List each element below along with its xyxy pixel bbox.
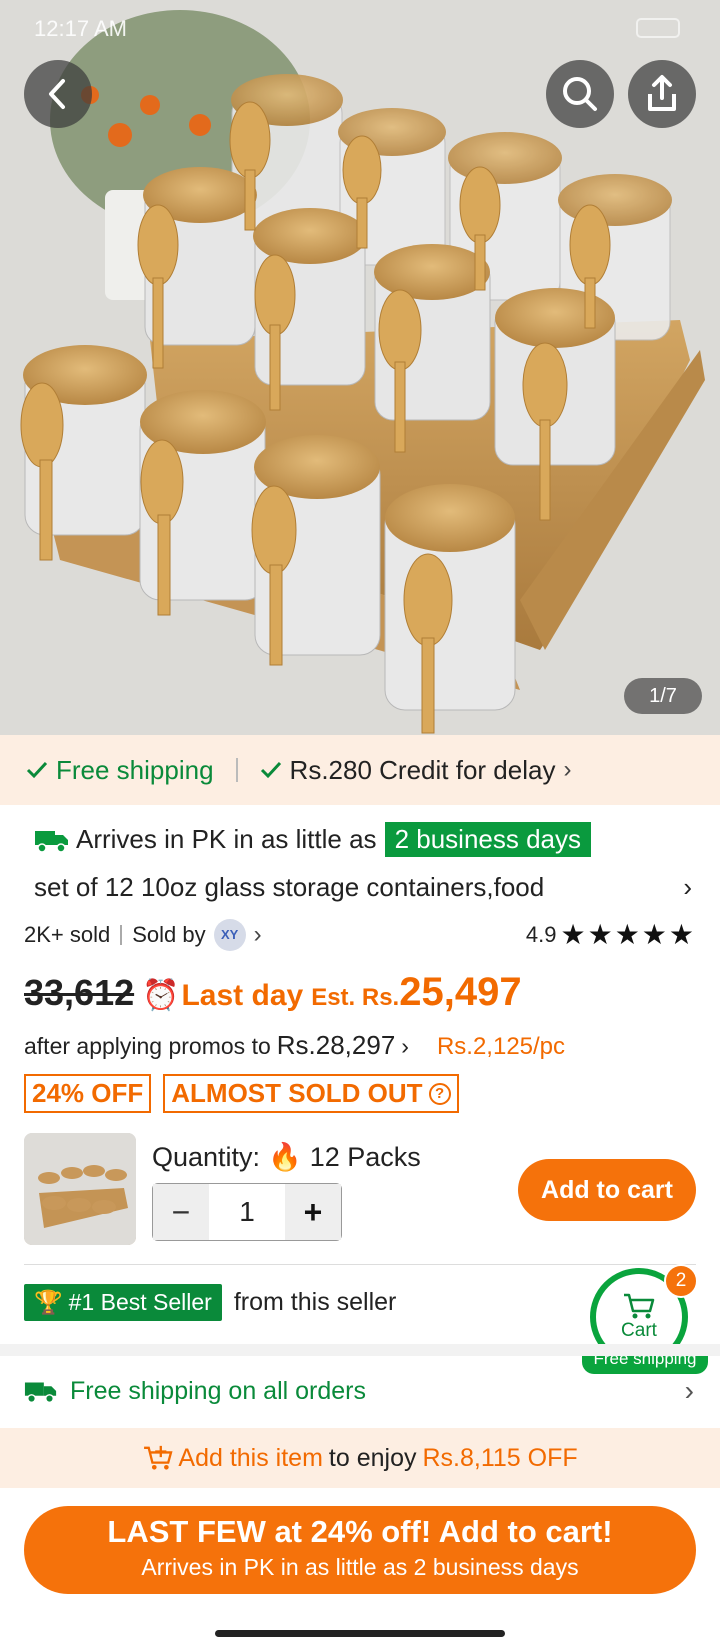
decrease-button[interactable]: − bbox=[153, 1184, 209, 1240]
best-seller-text: #1 Best Seller bbox=[68, 1289, 212, 1315]
trophy-icon: 🏆 bbox=[34, 1289, 63, 1315]
sold-out-badge[interactable]: ALMOST SOLD OUT ? bbox=[163, 1074, 459, 1113]
promo-text: after applying promos to bbox=[24, 1033, 271, 1059]
cart-label: Cart bbox=[621, 1320, 657, 1341]
share-icon bbox=[648, 75, 676, 111]
chevron-right-icon: › bbox=[401, 1033, 409, 1059]
add-item-lead: Add this item bbox=[178, 1443, 323, 1472]
star-icons: ★★★★★ bbox=[560, 919, 696, 950]
share-button[interactable] bbox=[628, 60, 696, 128]
add-to-cart-button[interactable]: Add to cart bbox=[518, 1159, 696, 1221]
quantity-block: Quantity: 🔥 12 Packs − 1 + Add to cart bbox=[24, 1133, 696, 1245]
last-few-cta-button[interactable]: LAST FEW at 24% off! Add to cart! Arrive… bbox=[24, 1506, 696, 1594]
status-time: 12:17 AM bbox=[34, 16, 127, 41]
chevron-right-icon[interactable]: › bbox=[683, 872, 692, 903]
cart-icon bbox=[624, 1293, 655, 1319]
est-label: Est. Rs. bbox=[311, 984, 400, 1011]
from-seller-text: from this seller bbox=[233, 1288, 397, 1316]
product-title[interactable]: set of 12 10oz glass storage containers,… bbox=[34, 872, 594, 903]
rating-value: 4.9 bbox=[525, 921, 557, 947]
add-item-mid: to enjoy bbox=[328, 1443, 417, 1472]
free-shipping-all-text: Free shipping on all orders bbox=[70, 1376, 366, 1405]
free-shipping-text: Free shipping bbox=[56, 754, 214, 785]
seller-logo[interactable]: XY bbox=[213, 918, 246, 951]
per-piece-price: Rs.2,125/pc bbox=[436, 1033, 566, 1060]
cta-line2: Arrives in PK in as little as 2 business… bbox=[141, 1554, 579, 1580]
quantity-value[interactable]: 1 bbox=[209, 1184, 285, 1240]
check-icon bbox=[26, 761, 48, 779]
sold-out-text: ALMOST SOLD OUT bbox=[171, 1078, 423, 1108]
product-image-gallery[interactable]: 12:17 AM 1/7 bbox=[0, 0, 720, 735]
section-gap bbox=[0, 1344, 720, 1356]
original-price: 33,612 bbox=[24, 972, 135, 1013]
chevron-right-icon: › bbox=[563, 756, 572, 783]
price-row: 33,612 ⏰ Last day Est. Rs. 25,497 bbox=[24, 970, 522, 1015]
divider bbox=[120, 924, 123, 945]
free-shipping-all-row[interactable]: Free shipping on all orders › bbox=[0, 1356, 720, 1426]
best-seller-badge: 🏆 #1 Best Seller bbox=[24, 1284, 222, 1321]
divider bbox=[235, 758, 238, 782]
rating[interactable]: 4.9 ★★★★★ bbox=[526, 918, 696, 951]
search-button[interactable] bbox=[546, 60, 614, 128]
product-image bbox=[0, 0, 720, 735]
sold-by-label: Sold by bbox=[132, 921, 206, 947]
divider bbox=[24, 1264, 696, 1265]
arrival-prefix: Arrives in PK in as little as bbox=[76, 824, 377, 854]
quantity-label-row: Quantity: 🔥 12 Packs bbox=[152, 1141, 421, 1173]
search-icon bbox=[563, 77, 597, 111]
check-icon bbox=[260, 761, 281, 779]
chevron-right-icon: › bbox=[684, 1375, 694, 1406]
arrival-days-badge: 2 business days bbox=[384, 822, 592, 857]
quantity-stepper: − 1 + bbox=[152, 1183, 342, 1241]
seller-row: 2K+ sold Sold by XY › 4.9 ★★★★★ bbox=[24, 918, 696, 951]
cta-line1: LAST FEW at 24% off! Add to cart! bbox=[107, 1514, 613, 1549]
chevron-right-icon[interactable]: › bbox=[254, 921, 262, 949]
sold-count: 2K+ sold bbox=[24, 921, 111, 947]
best-seller-row[interactable]: 🏆 #1 Best Seller from this seller bbox=[24, 1284, 396, 1321]
battery-icon bbox=[636, 18, 680, 38]
free-shipping-tag: Free shipping bbox=[26, 755, 214, 786]
product-thumbnail[interactable] bbox=[24, 1133, 136, 1245]
quantity-label: Quantity: bbox=[152, 1141, 261, 1172]
flame-icon: 🔥 bbox=[268, 1142, 302, 1172]
thumbnail-image bbox=[24, 1133, 136, 1245]
packs-label: 12 Packs bbox=[309, 1141, 421, 1172]
delay-credit-text: Rs.280 Credit for delay bbox=[289, 754, 556, 785]
home-indicator[interactable] bbox=[215, 1630, 505, 1637]
discount-badge: 24% OFF bbox=[24, 1074, 152, 1113]
delay-credit[interactable]: Rs.280 Credit for delay › bbox=[260, 754, 572, 786]
shipping-banner[interactable]: Free shipping Rs.280 Credit for delay › bbox=[0, 735, 720, 805]
alarm-clock-icon: ⏰ bbox=[142, 979, 180, 1012]
delivery-truck-icon bbox=[24, 1382, 57, 1404]
help-icon[interactable]: ? bbox=[428, 1082, 451, 1105]
chevron-left-icon bbox=[49, 79, 65, 109]
current-price: 25,497 bbox=[399, 970, 522, 1014]
badges: 24% OFF ALMOST SOLD OUT ? bbox=[24, 1074, 459, 1113]
increase-button[interactable]: + bbox=[285, 1184, 341, 1240]
add-item-amount: Rs.8,115 OFF bbox=[422, 1443, 578, 1472]
promo-price: Rs.28,297 bbox=[276, 1030, 396, 1060]
promo-row[interactable]: after applying promos to Rs.28,297 › Rs.… bbox=[24, 1030, 565, 1061]
add-item-banner[interactable]: Add this item to enjoy Rs.8,115 OFF bbox=[0, 1428, 720, 1488]
delivery-truck-icon bbox=[35, 830, 68, 853]
back-button[interactable] bbox=[24, 60, 92, 128]
add-to-cart-icon bbox=[144, 1445, 173, 1470]
last-day-label: Last day bbox=[181, 979, 304, 1012]
arrival-info: Arrives in PK in as little as 2 business… bbox=[34, 822, 592, 857]
cart-count-badge: 2 bbox=[664, 1264, 698, 1298]
image-counter: 1/7 bbox=[624, 678, 702, 714]
